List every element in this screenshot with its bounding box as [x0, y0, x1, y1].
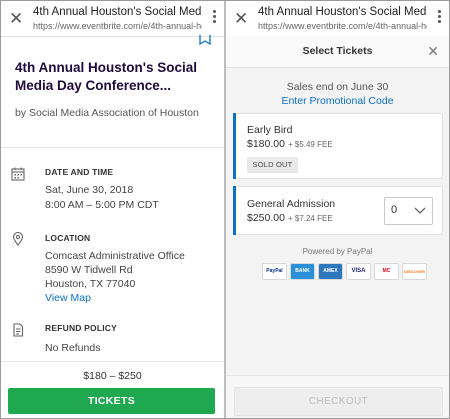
- close-icon[interactable]: ✕: [234, 10, 248, 27]
- ticket-fee: + $5.49 FEE: [287, 140, 333, 149]
- calendar-icon: [11, 167, 25, 181]
- discover-icon: DISCOVER: [402, 263, 427, 280]
- ticket-price: $250.00 + $7.24 FEE: [247, 212, 333, 224]
- ticket-name: Early Bird: [247, 124, 293, 136]
- sold-out-badge: SOLD OUT: [247, 157, 298, 173]
- organizer[interactable]: by Social Media Association of Houston: [15, 107, 199, 119]
- promo-code-link[interactable]: Enter Promotional Code: [226, 95, 449, 107]
- browser-title: 4th Annual Houston's Social Media ...: [33, 6, 202, 18]
- more-vert-icon[interactable]: [213, 10, 217, 25]
- refund-heading: REFUND POLICY: [45, 323, 118, 333]
- location-heading: LOCATION: [45, 233, 91, 243]
- close-icon[interactable]: ✕: [427, 43, 439, 60]
- sheet-title: Select Tickets: [302, 45, 373, 57]
- sales-end-text: Sales end on June 30: [286, 81, 389, 93]
- date-line: Sat, June 30, 2018: [45, 184, 134, 196]
- ticket-accent-bar: [233, 113, 236, 179]
- visa-icon: VISA: [346, 263, 371, 280]
- bookmark-icon[interactable]: [198, 35, 212, 45]
- divider: [1, 147, 224, 148]
- close-icon[interactable]: ✕: [9, 10, 23, 27]
- view-map-link[interactable]: View Map: [45, 292, 91, 306]
- city-line: Houston, TX 77040: [45, 278, 136, 290]
- ticket-price-value: $250.00: [247, 212, 285, 224]
- browser-url: https://www.eventbrite.com/e/4th-annual-…: [258, 21, 427, 31]
- browser-url: https://www.eventbrite.com/e/4th-annual-…: [33, 21, 202, 31]
- street-address: 8590 W Tidwell Rd: [45, 264, 133, 276]
- tickets-button[interactable]: TICKETS: [8, 388, 215, 414]
- browser-toolbar: ✕ 4th Annual Houston's Social Media ... …: [1, 1, 224, 37]
- date-time-heading: DATE AND TIME: [45, 167, 114, 177]
- price-range: $180 – $250: [83, 370, 142, 382]
- browser-toolbar: ✕ 4th Annual Houston's Social Media ... …: [226, 1, 449, 37]
- document-icon: [13, 323, 24, 337]
- chevron-down-icon: [414, 207, 426, 214]
- event-title: 4th Annual Houston's Social Media Day Co…: [15, 60, 197, 93]
- ticket-fee: + $7.24 FEE: [287, 214, 333, 223]
- checkout-button[interactable]: CHECKOUT: [234, 387, 443, 416]
- powered-by: Powered by PayPal: [302, 247, 373, 256]
- mastercard-icon: MC: [374, 263, 399, 280]
- amex-icon: AMEX: [318, 263, 343, 280]
- ticket-card-early-bird: Early Bird $180.00 + $5.49 FEE SOLD OUT: [233, 113, 443, 179]
- paypal-icon: PayPal: [262, 263, 287, 280]
- screen: ✕ 4th Annual Houston's Social Media ... …: [0, 0, 450, 419]
- payment-methods: PayPal BANK AMEX VISA MC DISCOVER: [262, 263, 427, 280]
- sheet-header: Select Tickets ✕: [226, 36, 449, 68]
- ticket-price: $180.00 + $5.49 FEE: [247, 138, 333, 150]
- browser-title: 4th Annual Houston's Social Media ...: [258, 6, 427, 18]
- quantity-value: 0: [391, 204, 398, 216]
- ticket-name: General Admission: [247, 198, 336, 210]
- refund-text: No Refunds: [45, 342, 101, 354]
- location-pin-icon: [12, 232, 24, 246]
- ticket-price-value: $180.00: [247, 138, 285, 150]
- more-vert-icon[interactable]: [438, 10, 442, 25]
- ticket-card-general-admission: General Admission $250.00 + $7.24 FEE 0: [233, 186, 443, 235]
- ticket-accent-bar: [233, 186, 236, 235]
- event-page: ✕ 4th Annual Houston's Social Media ... …: [1, 1, 224, 418]
- time-line: 8:00 AM – 5:00 PM CDT: [45, 199, 159, 211]
- quantity-select[interactable]: 0: [384, 197, 433, 225]
- ticket-selection: ✕ 4th Annual Houston's Social Media ... …: [226, 1, 449, 418]
- venue-name: Comcast Administrative Office: [45, 250, 185, 262]
- bank-icon: BANK: [290, 263, 315, 280]
